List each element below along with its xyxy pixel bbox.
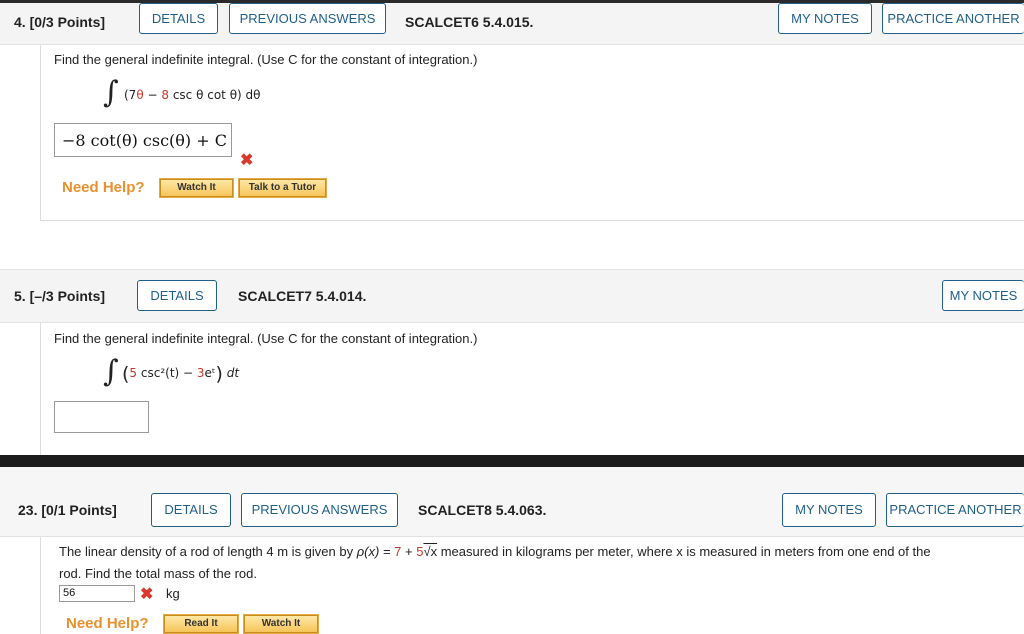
question-5-number: 5. [–/3 Points] xyxy=(14,288,105,304)
practice-another-button[interactable]: PRACTICE ANOTHER xyxy=(886,493,1024,527)
my-notes-button[interactable]: MY NOTES xyxy=(942,280,1024,311)
my-notes-button[interactable]: MY NOTES xyxy=(782,493,876,527)
answer-field[interactable]: 56 xyxy=(59,585,135,602)
watch-it-button[interactable]: Watch It xyxy=(159,178,234,198)
watch-it-button[interactable]: Watch It xyxy=(243,614,319,634)
previous-answers-button[interactable]: PREVIOUS ANSWERS xyxy=(241,493,398,527)
details-button[interactable]: DETAILS xyxy=(151,493,231,527)
question-23-header: 23. [0/1 Points] DETAILS PREVIOUS ANSWER… xyxy=(0,467,1024,537)
need-help-label: Need Help? xyxy=(66,615,149,632)
answer-field[interactable] xyxy=(54,401,149,433)
problem-code: SCALCET7 5.4.014. xyxy=(238,288,367,304)
points-label: [–/3 Points] xyxy=(29,288,106,304)
section-divider xyxy=(0,455,1024,467)
answer-value: −8 cot(θ) csc(θ) + C xyxy=(62,131,227,150)
details-button[interactable]: DETAILS xyxy=(137,280,217,311)
previous-answers-button[interactable]: PREVIOUS ANSWERS xyxy=(229,3,386,34)
question-text-line-1: The linear density of a rod of length 4 … xyxy=(59,544,931,559)
problem-code: SCALCET8 5.4.063. xyxy=(418,502,547,518)
read-it-button[interactable]: Read It xyxy=(163,614,239,634)
question-number: 5. xyxy=(14,288,26,304)
talk-to-tutor-button[interactable]: Talk to a Tutor xyxy=(238,178,327,198)
question-5-body: Find the general indefinite integral. (U… xyxy=(40,323,1024,455)
question-prompt: Find the general indefinite integral. (U… xyxy=(54,331,478,346)
unit-label: kg xyxy=(166,586,180,601)
question-number: 23. xyxy=(18,502,38,518)
question-4-header: 4. [0/3 Points] DETAILS PREVIOUS ANSWERS… xyxy=(0,3,1024,45)
question-23-body: The linear density of a rod of length 4 … xyxy=(40,537,1024,634)
integral-expression: (5 csc²(t) − 3eᵗ) dt xyxy=(122,363,240,385)
points-label: [0/3 Points] xyxy=(29,14,106,30)
points-label: [0/1 Points] xyxy=(41,502,117,518)
question-5-header: 5. [–/3 Points] DETAILS SCALCET7 5.4.014… xyxy=(0,269,1024,323)
question-23-number: 23. [0/1 Points] xyxy=(18,502,117,518)
question-4-body: Find the general indefinite integral. (U… xyxy=(40,45,1024,221)
question-number: 4. xyxy=(14,14,26,30)
answer-field[interactable]: −8 cot(θ) csc(θ) + C xyxy=(54,123,232,157)
question-prompt: Find the general indefinite integral. (U… xyxy=(54,52,478,67)
details-button[interactable]: DETAILS xyxy=(139,3,218,34)
integral-sign: ∫ xyxy=(103,75,119,110)
integral-expression: (7θ − 8 csc θ cot θ) dθ xyxy=(124,88,261,102)
integral-sign: ∫ xyxy=(103,354,119,389)
practice-another-button[interactable]: PRACTICE ANOTHER xyxy=(882,3,1024,34)
incorrect-icon: ✖ xyxy=(140,586,154,603)
my-notes-button[interactable]: MY NOTES xyxy=(778,3,872,34)
question-4-number: 4. [0/3 Points] xyxy=(14,14,105,30)
incorrect-icon: ✖ xyxy=(240,152,254,169)
need-help-label: Need Help? xyxy=(62,179,145,196)
problem-code: SCALCET6 5.4.015. xyxy=(405,14,534,30)
question-text-line-2: rod. Find the total mass of the rod. xyxy=(59,566,257,581)
